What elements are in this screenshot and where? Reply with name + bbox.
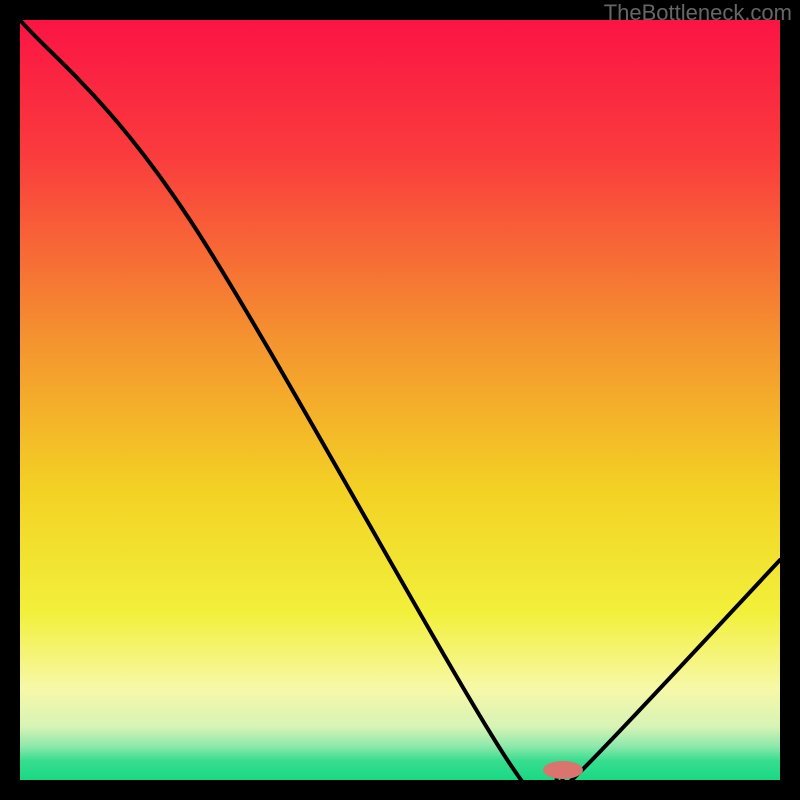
chart-svg	[20, 20, 780, 780]
optimum-marker	[543, 761, 583, 779]
chart-frame	[20, 20, 780, 780]
gradient-background	[20, 20, 780, 780]
